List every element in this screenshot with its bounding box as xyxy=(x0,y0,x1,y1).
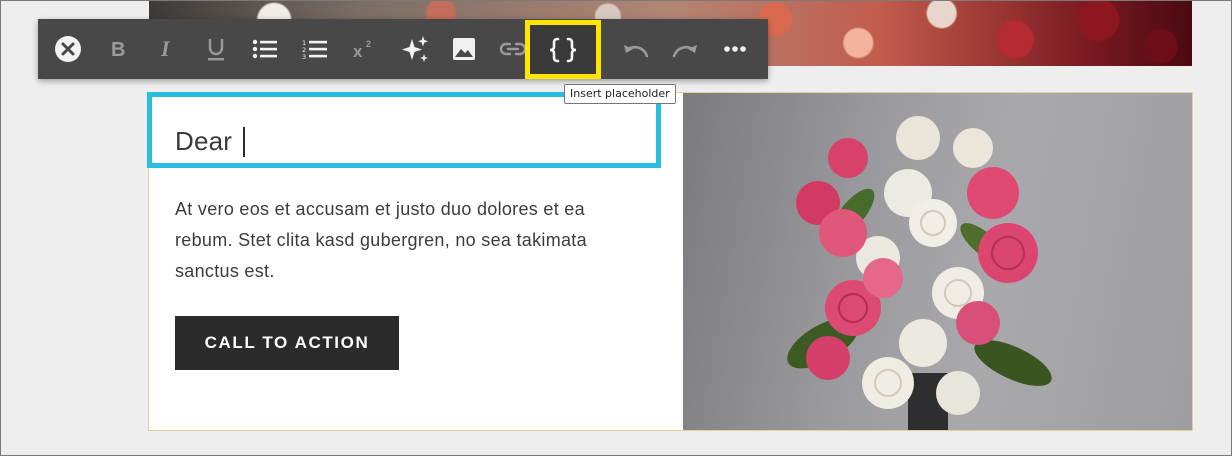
numbered-list-button[interactable]: 1 2 3 xyxy=(295,19,335,79)
undo-icon xyxy=(624,45,649,58)
numbered-list-icon: 1 2 3 xyxy=(302,39,327,60)
ai-assistant-button[interactable] xyxy=(395,19,435,79)
underline-button[interactable] xyxy=(196,19,236,79)
svg-text:x: x xyxy=(353,42,363,60)
italic-icon: I xyxy=(160,38,171,60)
text-cursor xyxy=(243,127,245,157)
call-to-action-button[interactable]: CALL TO ACTION xyxy=(175,316,399,370)
redo-icon xyxy=(672,45,697,58)
bullet-list-icon xyxy=(252,39,277,59)
more-options-button[interactable] xyxy=(715,19,755,79)
more-options-icon xyxy=(724,46,746,52)
bold-icon: B xyxy=(111,39,125,60)
undo-button[interactable] xyxy=(616,19,656,79)
redo-button[interactable] xyxy=(665,19,705,79)
body-paragraph[interactable]: At vero eos et accusam et justo duo dolo… xyxy=(175,194,645,287)
insert-placeholder-tooltip: Insert placeholder xyxy=(564,84,676,104)
superscript-icon: x 2 xyxy=(353,39,371,60)
insert-placeholder-icon xyxy=(549,37,577,62)
bullet-list-button[interactable] xyxy=(245,19,285,79)
underline-icon xyxy=(208,39,224,61)
close-icon xyxy=(55,36,81,62)
close-button[interactable] xyxy=(48,19,88,79)
rose-bouquet-image[interactable] xyxy=(683,93,1192,430)
text-formatting-toolbar: B I 1 2 3 x 2 xyxy=(38,19,768,79)
bold-button[interactable]: B xyxy=(98,19,138,79)
svg-text:I: I xyxy=(160,38,171,60)
insert-image-button[interactable] xyxy=(444,19,484,79)
ai-sparkle-icon xyxy=(402,36,428,62)
link-icon xyxy=(499,42,527,56)
heading-text[interactable]: Dear xyxy=(175,126,232,157)
svg-text:3: 3 xyxy=(302,53,306,60)
svg-text:2: 2 xyxy=(366,39,371,49)
image-icon xyxy=(453,38,475,60)
insert-placeholder-button[interactable] xyxy=(525,20,601,79)
italic-button[interactable]: I xyxy=(147,19,187,79)
svg-text:B: B xyxy=(111,39,125,60)
superscript-button[interactable]: x 2 xyxy=(345,19,385,79)
